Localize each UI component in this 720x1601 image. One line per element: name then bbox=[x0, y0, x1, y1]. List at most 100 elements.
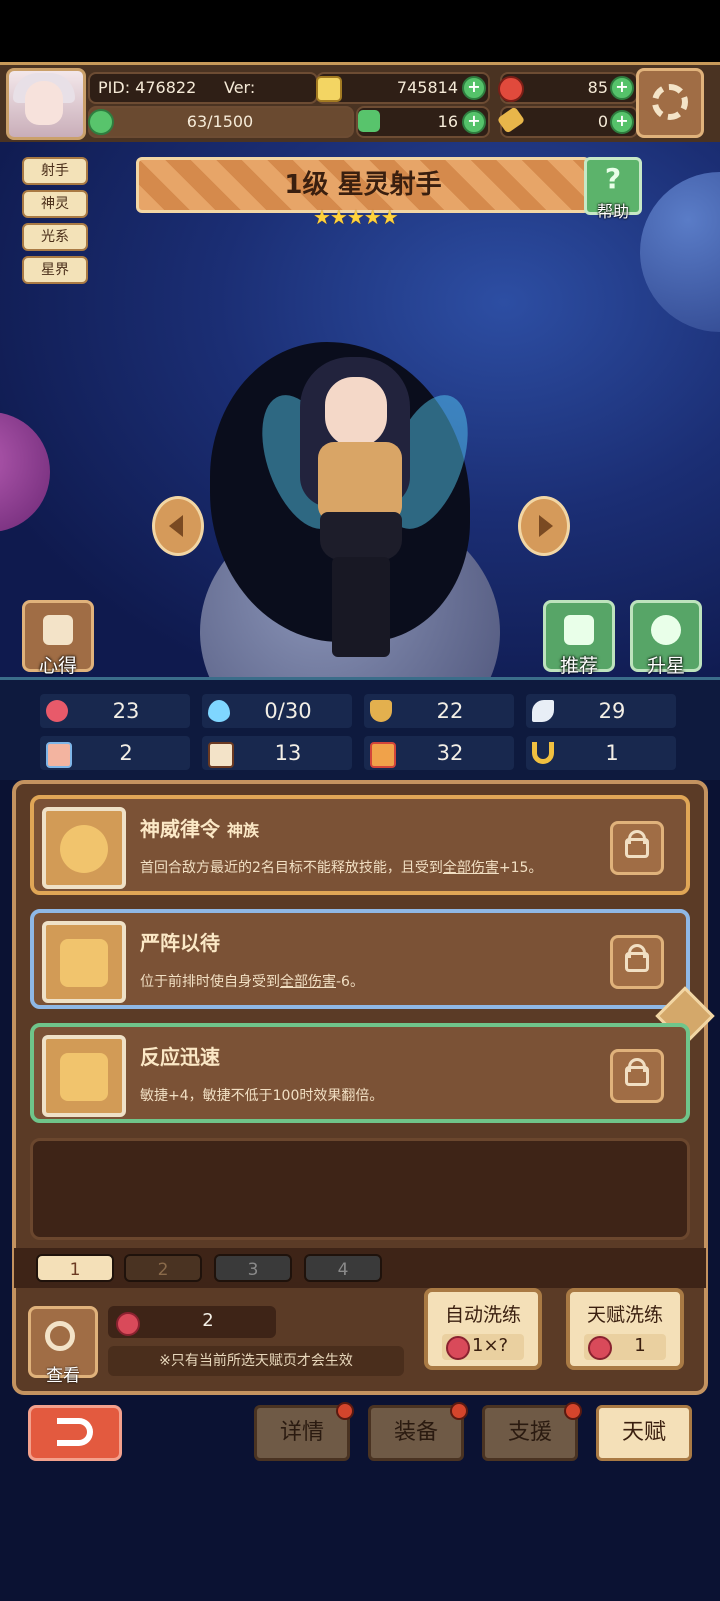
skill-icon bbox=[42, 807, 126, 889]
page-tab-3[interactable]: 3 bbox=[214, 1254, 292, 1282]
skill-subtitle: 神族 bbox=[226, 821, 259, 840]
skill-card-1[interactable]: 神威律令 神族 首回合敌方最近的2名目标不能释放技能，且受到全部伤害+15。 bbox=[30, 795, 690, 895]
clover-amount: 16 bbox=[437, 112, 458, 131]
page-tab-2[interactable]: 2 bbox=[124, 1254, 202, 1282]
notes-button[interactable]: 心得 bbox=[22, 600, 94, 677]
stat-agility: 29 bbox=[526, 694, 676, 728]
add-keys-plus-icon[interactable]: + bbox=[610, 110, 634, 134]
clover-pill: 16 + bbox=[356, 106, 490, 138]
stat-value: 22 bbox=[436, 699, 464, 723]
tag-element[interactable]: 光系 bbox=[22, 223, 88, 251]
auto-refine-label: 自动洗练 bbox=[444, 1304, 521, 1326]
player-avatar[interactable] bbox=[6, 68, 86, 140]
previous-hero-button[interactable] bbox=[152, 496, 204, 556]
fruit-icon bbox=[446, 1336, 470, 1360]
skill-name: 神威律令 神族 bbox=[140, 817, 259, 841]
lock-icon bbox=[625, 1066, 649, 1086]
purple-planet bbox=[0, 412, 50, 532]
talent-tab[interactable]: 天赋 bbox=[596, 1405, 692, 1461]
lock-button[interactable] bbox=[610, 935, 664, 989]
stat-value: 32 bbox=[436, 741, 464, 765]
star-badge-icon bbox=[651, 615, 681, 645]
hero-armor bbox=[318, 442, 402, 522]
stat-value: 23 bbox=[112, 699, 140, 723]
recommend-button[interactable]: 推荐 bbox=[543, 600, 615, 677]
cross-emblem-icon bbox=[60, 1053, 108, 1101]
exp-bar: 63/1500 bbox=[88, 106, 354, 138]
add-gold-plus-icon[interactable]: + bbox=[462, 76, 486, 100]
scroll-icon bbox=[43, 615, 73, 645]
stat-speed: 32 bbox=[364, 736, 514, 770]
gem-pill: 85 + bbox=[498, 72, 638, 104]
skill-name: 严阵以待 bbox=[140, 931, 220, 955]
back-button[interactable] bbox=[28, 1405, 122, 1461]
stat-luck: 1 bbox=[526, 736, 676, 770]
lock-button[interactable] bbox=[610, 1049, 664, 1103]
hero-face bbox=[325, 377, 387, 447]
hero-legs bbox=[332, 557, 390, 657]
key-pill: 0 + bbox=[496, 106, 638, 138]
key-amount: 0 bbox=[597, 112, 608, 131]
talent-refine-cost-box: 1 bbox=[584, 1334, 666, 1360]
stat-value: 13 bbox=[274, 741, 302, 765]
page-tab-1[interactable]: 1 bbox=[36, 1254, 114, 1282]
red-gem-icon bbox=[498, 76, 524, 102]
skill-description: 位于前排时使自身受到全部伤害-6。 bbox=[140, 974, 364, 990]
stat-attack: 2 bbox=[40, 736, 190, 770]
add-gems-plus-icon[interactable]: + bbox=[610, 76, 634, 100]
fruit-counter: 2 bbox=[108, 1306, 276, 1338]
auto-refine-cost-box: 1×? bbox=[442, 1334, 524, 1360]
skill-name: 反应迅速 bbox=[140, 1045, 220, 1069]
water-drop-icon bbox=[208, 700, 230, 722]
empty-skill-slot bbox=[30, 1138, 690, 1240]
upgrade-star-button[interactable]: 升星 bbox=[630, 600, 702, 677]
notes-label: 心得 bbox=[38, 655, 77, 677]
auto-refine-cost: 1×? bbox=[472, 1335, 509, 1356]
fruit-icon bbox=[116, 1312, 140, 1336]
thumbs-up-icon bbox=[564, 615, 594, 645]
horseshoe-icon bbox=[532, 742, 554, 764]
exp-value: 63/1500 bbox=[186, 112, 254, 131]
hero-title: 1级 星灵射手 bbox=[284, 170, 442, 200]
hero-skirt bbox=[320, 512, 402, 560]
avatar-face bbox=[25, 81, 63, 125]
page-tab-4[interactable]: 4 bbox=[304, 1254, 382, 1282]
inspect-button[interactable]: 查看 bbox=[28, 1306, 98, 1386]
stat-intelligence: 13 bbox=[202, 736, 352, 770]
skill-card-2[interactable]: 严阵以待 位于前排时使自身受到全部伤害-6。 bbox=[30, 909, 690, 1009]
fist-icon bbox=[46, 742, 72, 768]
stat-hp: 23 bbox=[40, 694, 190, 728]
hero-star-rating: ★★★★★ bbox=[313, 205, 399, 229]
stat-value: 2 bbox=[119, 741, 133, 765]
tag-race[interactable]: 神灵 bbox=[22, 190, 88, 218]
damage-link[interactable]: 全部伤害 bbox=[280, 974, 336, 990]
gold-amount: 745814 bbox=[396, 78, 458, 97]
heart-icon bbox=[46, 700, 68, 722]
tag-realm[interactable]: 星界 bbox=[22, 256, 88, 284]
lock-button[interactable] bbox=[610, 821, 664, 875]
next-hero-button[interactable] bbox=[518, 496, 570, 556]
gold-pill: 745814 + bbox=[316, 72, 490, 104]
equipment-notification-dot bbox=[450, 1402, 468, 1420]
help-button[interactable]: ? 帮助 bbox=[584, 157, 642, 221]
support-notification-dot bbox=[564, 1402, 582, 1420]
tag-class[interactable]: 射手 bbox=[22, 157, 88, 185]
talent-refine-label: 天赋洗练 bbox=[586, 1304, 663, 1326]
id-version-pill: PID: 476822 Ver: 1.1.1.0 bbox=[88, 72, 318, 125]
cross-emblem-icon bbox=[60, 939, 108, 987]
damage-link[interactable]: 全部伤害 bbox=[443, 860, 499, 876]
stat-value: 0/30 bbox=[264, 699, 312, 723]
wing-icon bbox=[532, 700, 554, 722]
shield-icon bbox=[370, 700, 392, 722]
stat-value: 29 bbox=[598, 699, 626, 723]
add-clover-plus-icon[interactable]: + bbox=[462, 110, 486, 134]
clover-icon bbox=[358, 110, 380, 132]
lock-icon bbox=[625, 952, 649, 972]
clover-exp-icon bbox=[88, 109, 114, 135]
talent-refine-button[interactable]: 天赋洗练 1 bbox=[566, 1288, 684, 1370]
skill-card-3[interactable]: 反应迅速 敏捷+4，敏捷不低于100时效果翻倍。 bbox=[30, 1023, 690, 1123]
skill-description: 敏捷+4，敏捷不低于100时效果翻倍。 bbox=[140, 1088, 384, 1104]
upgrade-star-label: 升星 bbox=[646, 655, 685, 677]
auto-refine-button[interactable]: 自动洗练 1×? bbox=[424, 1288, 542, 1370]
settings-button[interactable] bbox=[636, 68, 704, 138]
